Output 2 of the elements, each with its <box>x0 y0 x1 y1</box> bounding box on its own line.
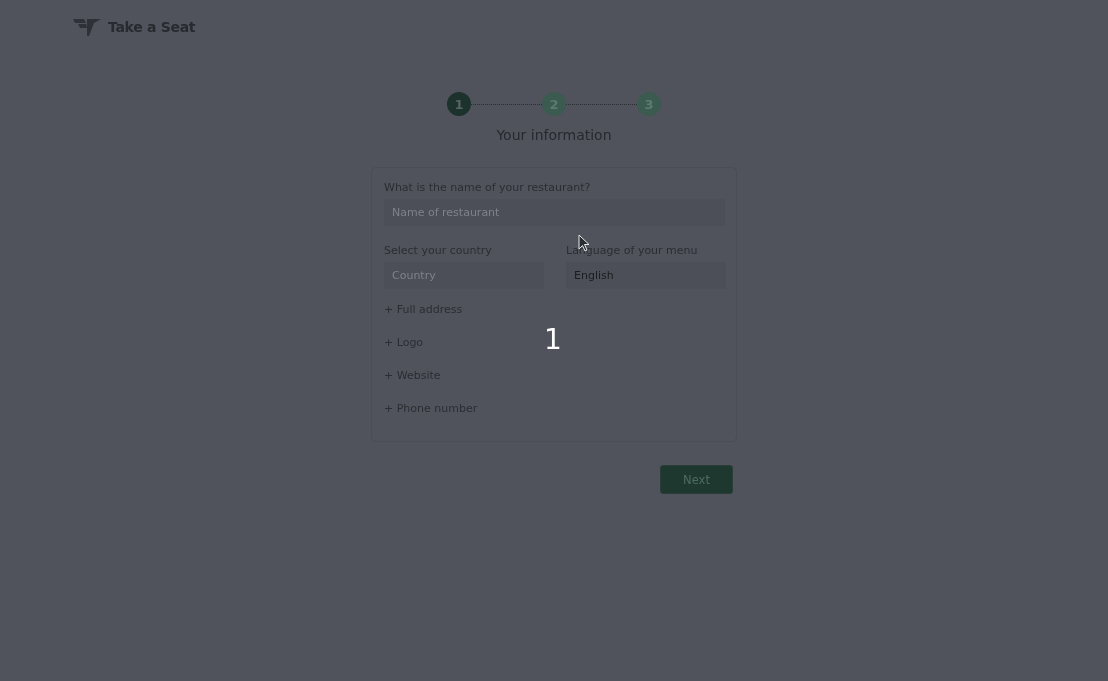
countdown-number: 1 <box>544 323 562 356</box>
logo-icon <box>72 17 102 37</box>
